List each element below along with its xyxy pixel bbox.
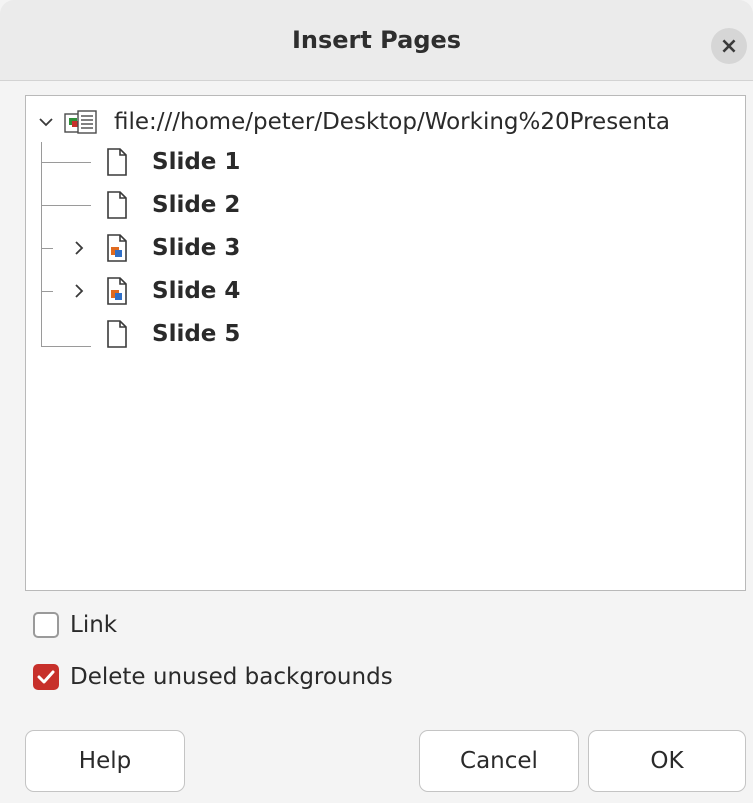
link-label: Link (70, 612, 118, 638)
slide-with-objects-icon (107, 277, 127, 305)
slide-label: Slide 3 (152, 235, 241, 261)
tree-branch-line (41, 346, 91, 347)
tree-branch-line (41, 205, 91, 206)
root-expander[interactable] (34, 102, 58, 142)
slide-label: Slide 1 (152, 149, 241, 175)
delete-unused-backgrounds-checkbox[interactable] (33, 664, 59, 690)
close-icon: × (719, 33, 739, 59)
tree-item-slide-4[interactable]: Slide 4 (26, 271, 726, 311)
ok-button[interactable]: OK (588, 730, 746, 792)
tree-branch-line (41, 162, 91, 163)
slide-label: Slide 4 (152, 278, 241, 304)
tree-item-slide-2[interactable]: Slide 2 (26, 185, 726, 225)
insert-pages-dialog: Insert Pages × file:///home/peter/Deskto… (0, 0, 753, 803)
dialog-title: Insert Pages (291, 26, 462, 54)
cancel-button[interactable]: Cancel (419, 730, 579, 792)
help-button[interactable]: Help (25, 730, 185, 792)
blank-page-icon (107, 148, 127, 176)
chevron-down-icon (39, 118, 53, 127)
close-button[interactable]: × (711, 28, 747, 64)
link-checkbox[interactable] (33, 612, 59, 638)
checkmark-icon (37, 670, 55, 684)
delete-unused-backgrounds-label: Delete unused backgrounds (70, 664, 393, 690)
title-bar: Insert Pages × (0, 0, 753, 81)
blank-page-icon (107, 191, 127, 219)
chevron-right-icon[interactable] (72, 236, 86, 260)
tree-branch-line (41, 248, 53, 249)
root-file-label[interactable]: file:///home/peter/Desktop/Working%20Pre… (114, 102, 670, 142)
presentation-file-icon (64, 110, 97, 134)
slide-with-objects-icon (107, 234, 127, 262)
tree-item-slide-3[interactable]: Slide 3 (26, 228, 726, 268)
delete-unused-backgrounds-option[interactable]: Delete unused backgrounds (33, 660, 393, 694)
chevron-right-icon[interactable] (72, 279, 86, 303)
slides-tree[interactable]: file:///home/peter/Desktop/Working%20Pre… (25, 95, 746, 591)
tree-item-slide-1[interactable]: Slide 1 (26, 142, 726, 182)
tree-item-slide-5[interactable]: Slide 5 (26, 314, 726, 354)
slide-label: Slide 5 (152, 321, 241, 347)
link-option[interactable]: Link (33, 608, 117, 642)
slide-label: Slide 2 (152, 192, 241, 218)
blank-page-icon (107, 320, 127, 348)
tree-branch-line (41, 291, 53, 292)
